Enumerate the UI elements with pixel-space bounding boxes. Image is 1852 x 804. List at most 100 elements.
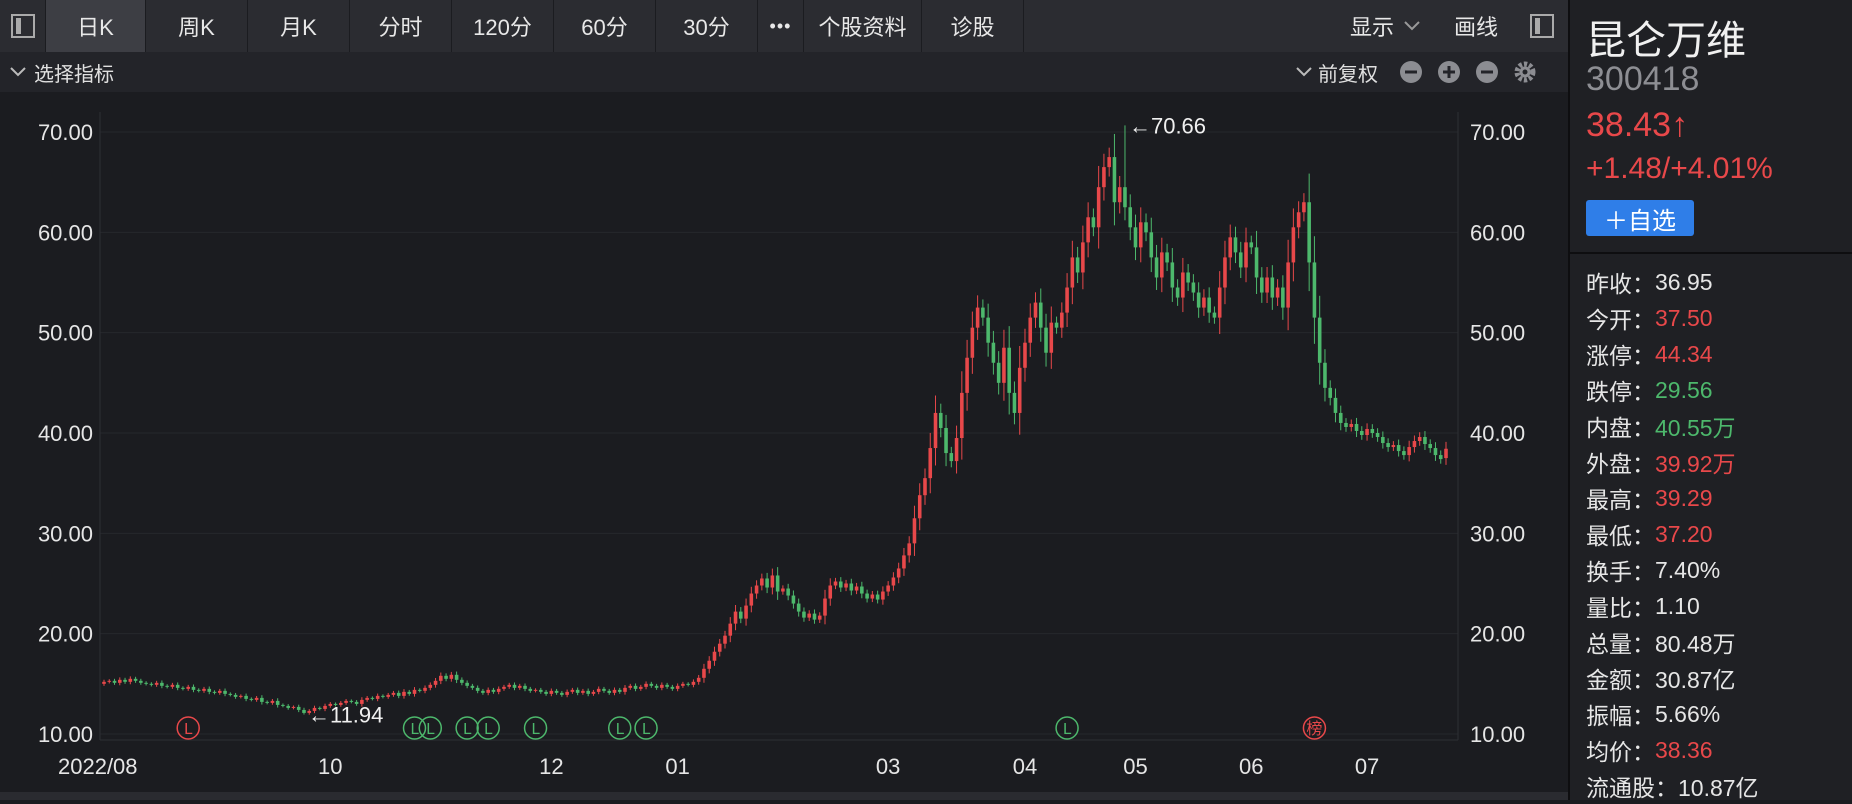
stat-row: 量比： 1.10 bbox=[1586, 588, 1759, 624]
diagnose-button[interactable]: 诊股 bbox=[922, 0, 1024, 52]
candle-body bbox=[244, 695, 248, 699]
chevron-down-icon[interactable] bbox=[8, 65, 28, 79]
stats-list: 昨收： 36.95 今开： 37.50 涨停： 44.34 跌停： 29.56 内盘： 4… bbox=[1586, 264, 1759, 804]
x-tick-label: 10 bbox=[318, 754, 342, 779]
candle-body bbox=[1417, 437, 1422, 442]
candle-body bbox=[1317, 317, 1322, 363]
gear-icon[interactable] bbox=[1512, 59, 1538, 85]
candle-body bbox=[1044, 327, 1048, 353]
candle-body bbox=[1065, 287, 1069, 313]
stat-value: 37.20 bbox=[1655, 520, 1713, 547]
candle-body bbox=[765, 578, 769, 588]
candle-body bbox=[949, 453, 954, 462]
candle-body bbox=[1102, 167, 1106, 188]
candle-body bbox=[439, 675, 443, 681]
candle-body bbox=[291, 706, 296, 708]
stat-value: 30.87亿 bbox=[1655, 667, 1736, 693]
candle-body bbox=[1186, 272, 1190, 283]
stat-row: 今开： 37.50 bbox=[1586, 300, 1759, 336]
candle-body bbox=[496, 688, 501, 692]
candle-body bbox=[1338, 412, 1343, 423]
candle-body bbox=[465, 682, 469, 686]
candle-body bbox=[1028, 317, 1033, 343]
event-marker-label: L bbox=[642, 720, 651, 738]
candle-body bbox=[723, 635, 727, 644]
candle-body bbox=[817, 615, 822, 620]
candle-body bbox=[1086, 217, 1090, 243]
candle-body bbox=[1396, 445, 1401, 452]
candle-body bbox=[960, 392, 964, 439]
candle-body bbox=[749, 593, 754, 606]
current-price: 38.43↑ bbox=[1586, 106, 1689, 144]
candle-body bbox=[1249, 242, 1254, 248]
candle-body bbox=[1112, 157, 1117, 203]
select-indicator-button[interactable]: 选择指标 bbox=[34, 58, 114, 87]
chevron-down-icon bbox=[1404, 21, 1420, 31]
candle-body bbox=[254, 697, 259, 700]
price-change: +1.48/+4.01% bbox=[1586, 152, 1773, 185]
candle-body bbox=[1438, 455, 1443, 460]
stat-value: 80.48万 bbox=[1655, 631, 1736, 657]
adjust-dropdown[interactable]: 前复权 bbox=[1318, 58, 1378, 87]
candle-body bbox=[481, 690, 485, 693]
candle-body bbox=[1354, 423, 1359, 431]
candle-body bbox=[660, 684, 664, 688]
candle-body bbox=[475, 687, 480, 691]
candle-body bbox=[565, 691, 569, 695]
kline-chart[interactable]: 10.00 10.00 20.00 20.00 30.00 30.00 40.00 40.00… bbox=[0, 92, 1568, 792]
candle-body bbox=[170, 684, 175, 687]
candle-body bbox=[912, 518, 917, 544]
candle-body bbox=[681, 683, 685, 686]
candle-body bbox=[1407, 447, 1411, 456]
candle-body bbox=[1070, 257, 1075, 288]
stat-row: 总量： 80.48万 bbox=[1586, 624, 1759, 660]
add-favorite-button[interactable]: ＋自选 bbox=[1586, 200, 1694, 236]
tab-30min[interactable]: 30分 bbox=[656, 0, 758, 52]
event-marker-label: L bbox=[484, 720, 493, 738]
x-tick-label: 12 bbox=[539, 754, 563, 779]
chevron-down-icon[interactable] bbox=[1294, 65, 1314, 79]
candle-body bbox=[1038, 302, 1043, 328]
draw-line-button[interactable]: 画线 bbox=[1436, 10, 1516, 42]
tab-month-k[interactable]: 月K bbox=[248, 0, 350, 52]
zoom-out-icon[interactable] bbox=[1398, 59, 1424, 85]
candle-body bbox=[802, 611, 806, 618]
shrink-icon[interactable] bbox=[1474, 59, 1500, 85]
candle-body bbox=[838, 581, 843, 588]
candle-body bbox=[281, 704, 285, 706]
tab-day-k[interactable]: 日K bbox=[46, 0, 146, 52]
tab-120min[interactable]: 120分 bbox=[452, 0, 554, 52]
candle-body bbox=[1117, 187, 1122, 203]
y-tick-label-left: 10.00 bbox=[38, 722, 93, 747]
event-marker-label: L bbox=[184, 720, 193, 738]
candle-body bbox=[228, 693, 233, 695]
candle-body bbox=[581, 690, 585, 693]
tab-intraday[interactable]: 分时 bbox=[350, 0, 452, 52]
tab-60min[interactable]: 60分 bbox=[554, 0, 656, 52]
more-periods-button[interactable]: ••• bbox=[758, 0, 804, 52]
zoom-in-icon[interactable] bbox=[1436, 59, 1462, 85]
candle-body bbox=[128, 678, 133, 682]
stat-row: 内盘： 40.55万 bbox=[1586, 408, 1759, 444]
divider bbox=[1570, 252, 1852, 254]
candle-body bbox=[717, 643, 722, 652]
stat-value: 29.56 bbox=[1655, 376, 1713, 403]
indicator-bar: 选择指标 前复权 bbox=[0, 52, 1568, 92]
sidebar-toggle-left[interactable] bbox=[0, 0, 46, 52]
candle-body bbox=[1391, 445, 1396, 448]
candle-body bbox=[860, 586, 864, 594]
y-tick-label-right: 50.00 bbox=[1470, 321, 1525, 346]
candle-body bbox=[149, 683, 154, 685]
candle-body bbox=[165, 685, 169, 687]
stock-profile-button[interactable]: 个股资料 bbox=[804, 0, 922, 52]
candle-body bbox=[591, 691, 596, 694]
candle-body bbox=[881, 591, 885, 600]
tab-week-k[interactable]: 周K bbox=[146, 0, 248, 52]
candle-body bbox=[502, 686, 506, 689]
candle-body bbox=[1444, 448, 1448, 459]
display-dropdown[interactable]: 显示 bbox=[1336, 10, 1436, 42]
stat-row: 涨停： 44.34 bbox=[1586, 336, 1759, 372]
sidebar-toggle-right[interactable] bbox=[1516, 14, 1568, 38]
stat-label: 均价： bbox=[1586, 739, 1655, 765]
stat-label: 昨收： bbox=[1586, 271, 1655, 297]
